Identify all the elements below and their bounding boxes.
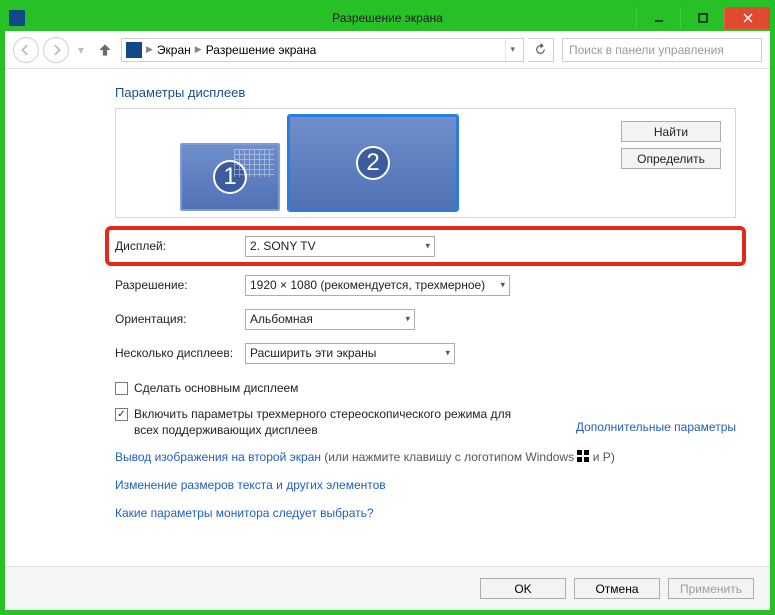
address-bar[interactable]: ▶ Экран ▶ Разрешение экрана ▾ [121,38,524,62]
maximize-button[interactable] [680,7,724,29]
multiple-displays-select[interactable]: Расширить эти экраны ▾ [245,343,455,364]
up-button[interactable] [93,38,117,62]
make-main-checkbox[interactable] [115,382,128,395]
second-screen-link[interactable]: Вывод изображения на второй экран [115,450,321,464]
dialog-footer: OK Отмена Применить [5,566,770,610]
orientation-select[interactable]: Альбомная ▾ [245,309,415,330]
resolution-select[interactable]: 1920 × 1080 (рекомендуется, трехмерное) … [245,275,510,296]
minimize-button[interactable] [636,7,680,29]
apply-button[interactable]: Применить [668,578,754,599]
calendar-grid-icon [234,149,274,177]
chevron-right-icon: ▶ [146,44,153,55]
window-frame: Разрешение экрана ▾ ▶ Экран [0,0,775,615]
settings-form: Дисплей: 2. SONY TV ▾ Разрешение: 1920 ×… [115,226,736,522]
display-select[interactable]: 2. SONY TV ▾ [245,236,435,257]
ok-button[interactable]: OK [480,578,566,599]
chevron-down-icon: ▾ [500,280,505,291]
toolbar: ▾ ▶ Экран ▶ Разрешение экрана ▾ Поиск в … [5,31,770,69]
search-placeholder: Поиск в панели управления [569,43,724,57]
page-heading: Параметры дисплеев [115,85,736,100]
chevron-down-icon: ▾ [405,314,410,325]
advanced-settings-link[interactable]: Дополнительные параметры [576,420,736,434]
back-button[interactable] [13,37,39,63]
caption-buttons [636,7,770,29]
close-button[interactable] [724,7,770,29]
second-screen-hint: (или нажмите клавишу с логотипом Windows [321,450,577,464]
orientation-label: Ориентация: [115,312,245,326]
display-thumbnail-2[interactable]: 2 [288,115,458,211]
multiple-displays-label: Несколько дисплеев: [115,346,245,360]
second-screen-hint-tail: и P) [589,450,614,464]
chevron-right-icon: ▶ [195,44,202,55]
enable-3d-checkbox[interactable]: ✓ [115,408,128,421]
breadcrumb-item[interactable]: Экран [157,43,191,57]
breadcrumb-item[interactable]: Разрешение экрана [206,43,317,57]
display-label: Дисплей: [115,239,245,253]
content-pane: Параметры дисплеев 1 2 Найти Определить … [5,69,770,566]
search-input[interactable]: Поиск в панели управления [562,38,762,62]
display-number-badge: 2 [356,146,390,180]
cancel-button[interactable]: Отмена [574,578,660,599]
display-select-value: 2. SONY TV [250,239,316,253]
display-thumbnails: 1 2 [180,115,458,211]
title-bar: Разрешение экрана [5,5,770,31]
display-thumbnail-1[interactable]: 1 [180,143,280,211]
resolution-select-value: 1920 × 1080 (рекомендуется, трехмерное) [250,278,485,292]
resize-text-link[interactable]: Изменение размеров текста и других элеме… [115,478,386,492]
address-dropdown-icon[interactable]: ▾ [505,39,519,61]
chevron-down-icon: ▾ [425,241,430,252]
highlighted-row: Дисплей: 2. SONY TV ▾ [105,226,746,266]
make-main-label: Сделать основным дисплеем [134,380,298,396]
forward-button[interactable] [43,37,69,63]
refresh-button[interactable] [528,38,554,62]
windows-logo-icon [577,450,589,462]
address-icon [126,42,142,58]
window-title: Разрешение экрана [332,11,443,25]
app-icon [9,10,25,26]
which-params-link[interactable]: Какие параметры монитора следует выбрать… [115,506,374,520]
nav-history-dropdown[interactable]: ▾ [73,38,89,62]
detect-button[interactable]: Найти [621,121,721,142]
chevron-down-icon: ▾ [445,348,450,359]
enable-3d-label: Включить параметры трехмерного стереоско… [134,406,515,438]
multiple-displays-value: Расширить эти экраны [250,346,376,360]
identify-button[interactable]: Определить [621,148,721,169]
resolution-label: Разрешение: [115,278,245,292]
orientation-select-value: Альбомная [250,312,313,326]
display-preview-box: 1 2 Найти Определить [115,108,736,218]
